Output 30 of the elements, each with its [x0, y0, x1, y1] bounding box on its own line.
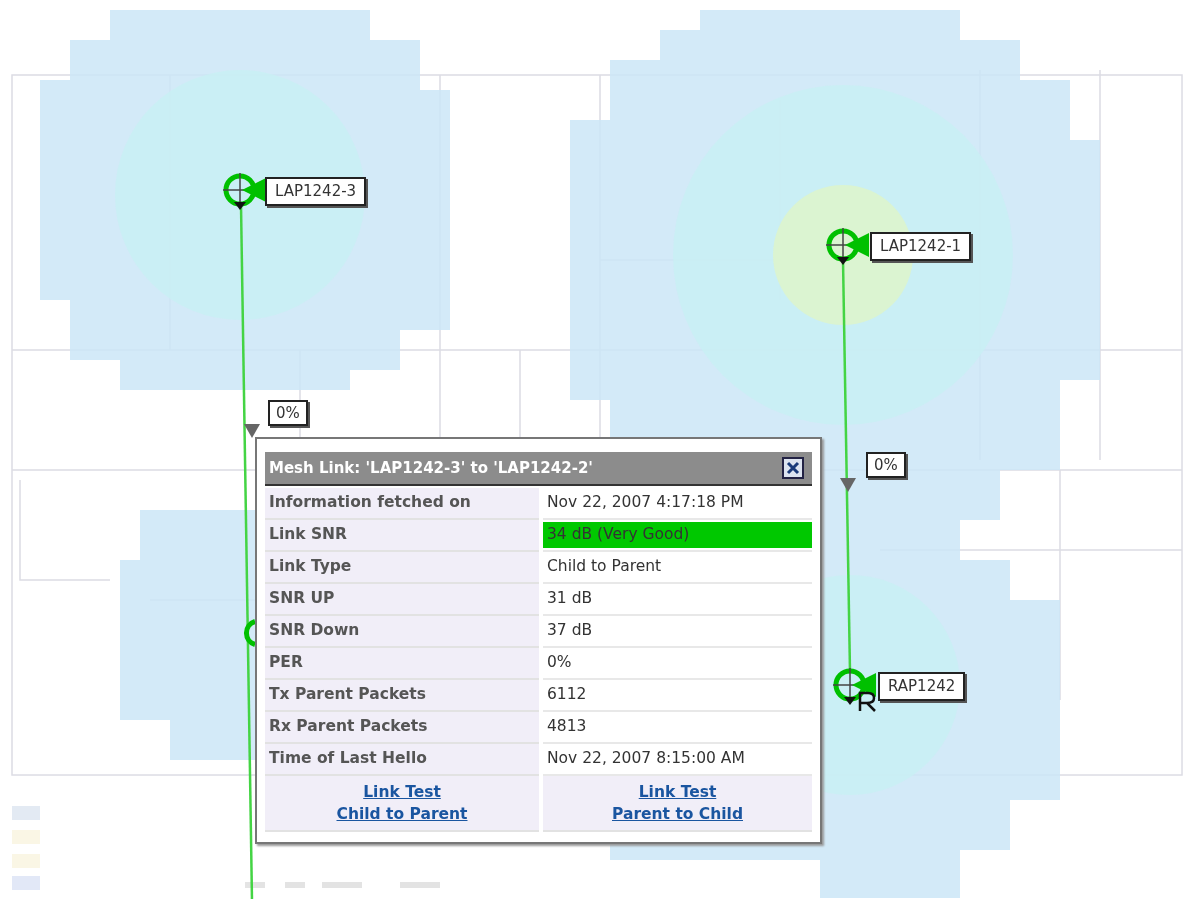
access-point-icon[interactable]	[825, 227, 869, 265]
access-point-icon	[244, 619, 256, 647]
property-label: Link SNR	[265, 520, 539, 552]
property-value: Nov 22, 2007 4:17:18 PM	[546, 492, 745, 514]
property-value: 6112	[546, 684, 588, 706]
property-label: Link Type	[265, 552, 539, 584]
access-point-icon[interactable]	[222, 172, 266, 210]
popup-title: Mesh Link: 'LAP1242-3' to 'LAP1242-2'	[269, 457, 593, 479]
access-point-label: LAP1242-3	[265, 177, 367, 206]
property-value: 4813	[546, 716, 588, 738]
property-label: SNR UP	[265, 584, 539, 616]
access-point-icon[interactable]	[832, 667, 877, 713]
property-label: Information fetched on	[265, 488, 539, 520]
link-utilization-label: 0%	[866, 452, 906, 478]
access-point-label: RAP1242	[878, 672, 966, 701]
property-value: Nov 22, 2007 8:15:00 AM	[546, 748, 746, 770]
property-label: Tx Parent Packets	[265, 680, 539, 712]
link-utilization-label: 0%	[268, 400, 308, 426]
property-value: 37 dB	[546, 620, 594, 642]
property-value: Child to Parent	[546, 556, 663, 578]
property-label: SNR Down	[265, 616, 539, 648]
close-icon	[786, 461, 800, 475]
property-label: PER	[265, 648, 539, 680]
property-label: Time of Last Hello	[265, 744, 539, 776]
property-value: 0%	[546, 652, 573, 674]
property-label: Rx Parent Packets	[265, 712, 539, 744]
property-value: 31 dB	[546, 588, 594, 610]
access-point-label: LAP1242-1	[870, 232, 972, 261]
close-button[interactable]	[782, 457, 804, 479]
property-value: 34 dB (Very Good)	[543, 522, 812, 548]
